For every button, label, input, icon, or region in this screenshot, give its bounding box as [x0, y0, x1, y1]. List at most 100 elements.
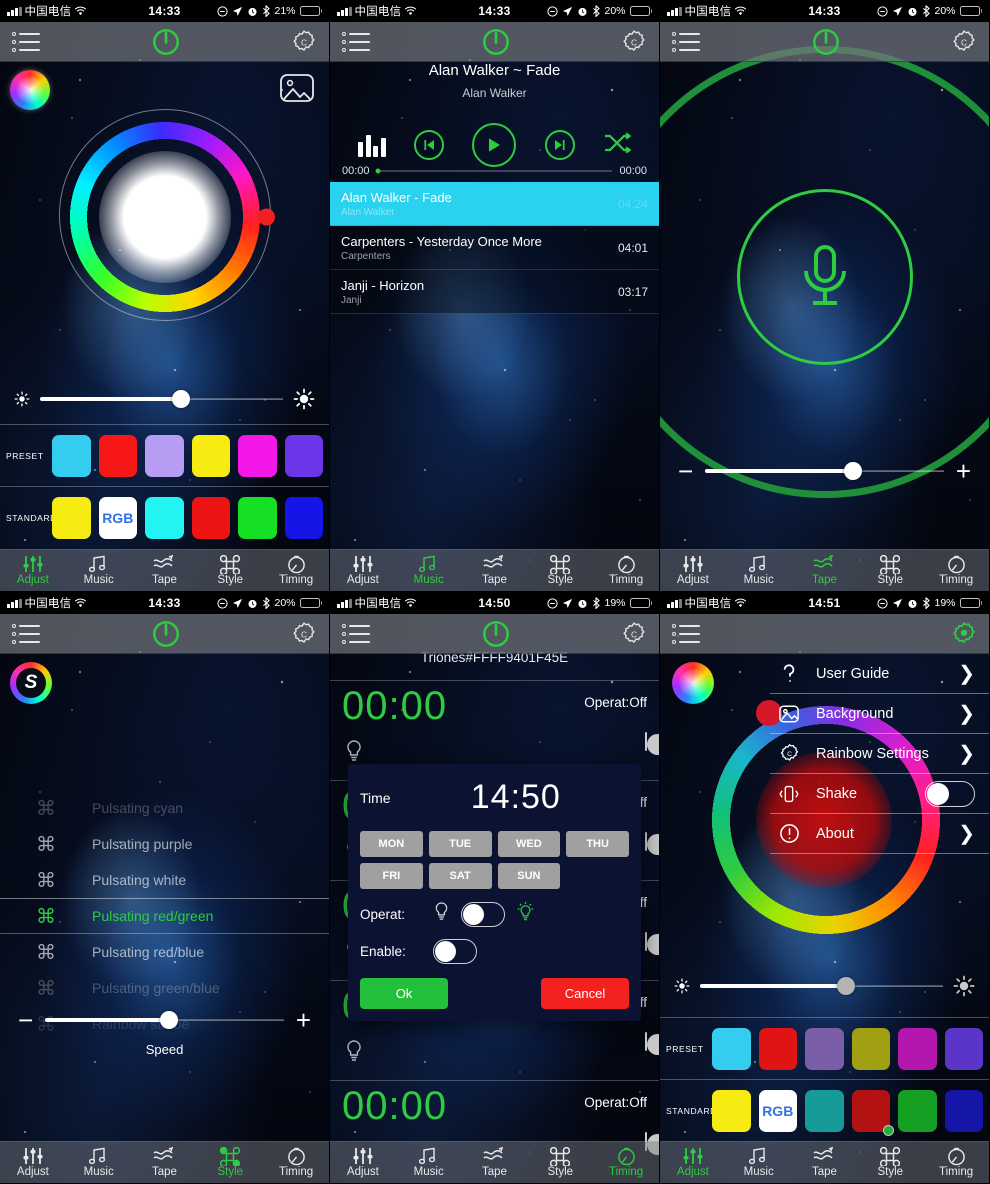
gear-icon[interactable]: C: [291, 621, 317, 647]
list-settings-icon[interactable]: [12, 31, 40, 52]
preset-swatch[interactable]: [98, 434, 137, 477]
progress-knob[interactable]: [375, 168, 381, 174]
day-button[interactable]: TUE: [428, 831, 492, 857]
menu-item-shake[interactable]: Shake: [770, 774, 989, 814]
standard-swatch[interactable]: [805, 1089, 844, 1132]
nav-item-music[interactable]: Music: [726, 555, 792, 587]
nav-item-timing[interactable]: Timing: [923, 555, 989, 587]
preset-swatch[interactable]: [805, 1027, 844, 1070]
menu-item-rainbow-settings[interactable]: C Rainbow Settings ❯: [770, 734, 989, 774]
sensitivity-slider-knob[interactable]: [844, 462, 863, 480]
menu-item-background[interactable]: Background ❯: [770, 694, 989, 734]
cancel-button[interactable]: Cancel: [541, 978, 629, 1009]
list-item[interactable]: ⌘ Pulsating green/blue: [0, 970, 329, 1006]
standard-swatch[interactable]: [851, 1089, 894, 1136]
brightness-slider[interactable]: [700, 977, 943, 995]
nav-item-music[interactable]: Music: [66, 1147, 132, 1179]
previous-icon[interactable]: [413, 130, 444, 160]
timer-toggle[interactable]: [645, 1032, 659, 1055]
menu-item-about[interactable]: About ❯: [770, 814, 989, 854]
operat-toggle[interactable]: [461, 901, 505, 927]
preset-swatch[interactable]: [52, 434, 91, 477]
list-item[interactable]: Alan Walker - Fade Alan Walker 04:24: [330, 182, 659, 226]
nav-item-tape[interactable]: Tape: [132, 1147, 198, 1179]
speed-slider[interactable]: [45, 1011, 284, 1029]
nav-item-tape[interactable]: Tape: [462, 555, 528, 587]
nav-item-adjust[interactable]: Adjust: [330, 555, 396, 587]
day-button[interactable]: SAT: [428, 863, 492, 889]
preset-swatch[interactable]: [191, 434, 230, 477]
nav-item-music[interactable]: Music: [726, 1147, 792, 1179]
decrease-button[interactable]: −: [678, 458, 693, 484]
nav-item-style[interactable]: Style: [197, 1146, 263, 1179]
nav-item-timing[interactable]: Timing: [593, 555, 659, 587]
day-button[interactable]: THU: [566, 831, 629, 857]
list-item[interactable]: Janji - Horizon Janji 03:17: [330, 270, 659, 314]
preset-swatch[interactable]: [712, 1027, 751, 1070]
power-icon[interactable]: [811, 27, 841, 57]
standard-swatch[interactable]: [52, 496, 91, 539]
timer-toggle[interactable]: [645, 732, 659, 755]
list-settings-icon[interactable]: [672, 623, 700, 644]
gear-icon[interactable]: C: [291, 29, 317, 55]
day-button[interactable]: SUN: [497, 863, 561, 889]
nav-item-style[interactable]: Style: [857, 1146, 923, 1179]
nav-item-music[interactable]: Music: [396, 555, 462, 587]
menu-item-user-guide[interactable]: User Guide ❯: [770, 654, 989, 694]
enable-toggle[interactable]: [433, 939, 477, 964]
image-picker-icon[interactable]: [279, 72, 315, 104]
dialog-time-value[interactable]: 14:50: [403, 778, 629, 817]
standard-swatch-rgb[interactable]: RGB: [98, 496, 137, 539]
nav-item-timing[interactable]: Timing: [263, 555, 329, 587]
sensitivity-slider[interactable]: [705, 462, 944, 480]
next-icon[interactable]: [544, 130, 575, 160]
hue-ring-handle[interactable]: [257, 208, 275, 226]
day-button[interactable]: WED: [497, 831, 561, 857]
nav-item-timing[interactable]: Timing: [263, 1147, 329, 1179]
day-button[interactable]: MON: [360, 831, 423, 857]
nav-item-adjust[interactable]: Adjust: [330, 1147, 396, 1179]
nav-item-timing[interactable]: Timing: [593, 1147, 659, 1179]
nav-item-music[interactable]: Music: [396, 1147, 462, 1179]
style-badge[interactable]: S: [10, 662, 52, 704]
standard-swatch[interactable]: [898, 1089, 937, 1132]
hue-ring[interactable]: [58, 109, 275, 321]
nav-item-adjust[interactable]: Adjust: [0, 1147, 66, 1179]
preset-swatch[interactable]: [238, 434, 277, 477]
list-settings-icon[interactable]: [672, 31, 700, 52]
equalizer-icon[interactable]: [358, 133, 386, 157]
increase-button[interactable]: +: [956, 458, 971, 484]
nav-item-adjust[interactable]: Adjust: [660, 1147, 726, 1179]
nav-item-tape[interactable]: Tape: [792, 555, 858, 587]
preset-swatch[interactable]: [145, 434, 184, 477]
brightness-slider[interactable]: [40, 390, 283, 408]
ok-button[interactable]: Ok: [360, 978, 448, 1009]
standard-swatch[interactable]: [238, 496, 277, 539]
standard-swatch[interactable]: [284, 496, 323, 539]
list-item[interactable]: ⌘ Pulsating purple: [0, 826, 329, 862]
nav-item-style[interactable]: Style: [527, 1146, 593, 1179]
color-wheel-icon[interactable]: [672, 662, 714, 704]
standard-swatch[interactable]: [944, 1089, 983, 1132]
timer-toggle[interactable]: [645, 832, 659, 855]
nav-item-music[interactable]: Music: [66, 555, 132, 587]
increase-button[interactable]: +: [296, 1007, 311, 1033]
gear-icon[interactable]: C: [621, 621, 647, 647]
color-wheel-icon[interactable]: [10, 70, 50, 110]
nav-item-tape[interactable]: Tape: [462, 1147, 528, 1179]
list-settings-icon[interactable]: [342, 31, 370, 52]
standard-swatch[interactable]: [145, 496, 184, 539]
list-settings-icon[interactable]: [12, 623, 40, 644]
gear-icon[interactable]: C: [951, 29, 977, 55]
timer-toggle[interactable]: [645, 932, 659, 955]
power-icon[interactable]: [151, 27, 181, 57]
standard-swatch[interactable]: [712, 1089, 751, 1132]
nav-item-style[interactable]: Style: [857, 554, 923, 587]
speed-slider-knob[interactable]: [160, 1011, 179, 1029]
preset-swatch[interactable]: [898, 1027, 937, 1070]
standard-swatch-rgb[interactable]: RGB: [758, 1089, 797, 1132]
power-icon[interactable]: [481, 27, 511, 57]
list-item[interactable]: ⌘ Pulsating white: [0, 862, 329, 898]
progress-bar[interactable]: [375, 168, 613, 174]
preset-swatch[interactable]: [851, 1027, 890, 1070]
